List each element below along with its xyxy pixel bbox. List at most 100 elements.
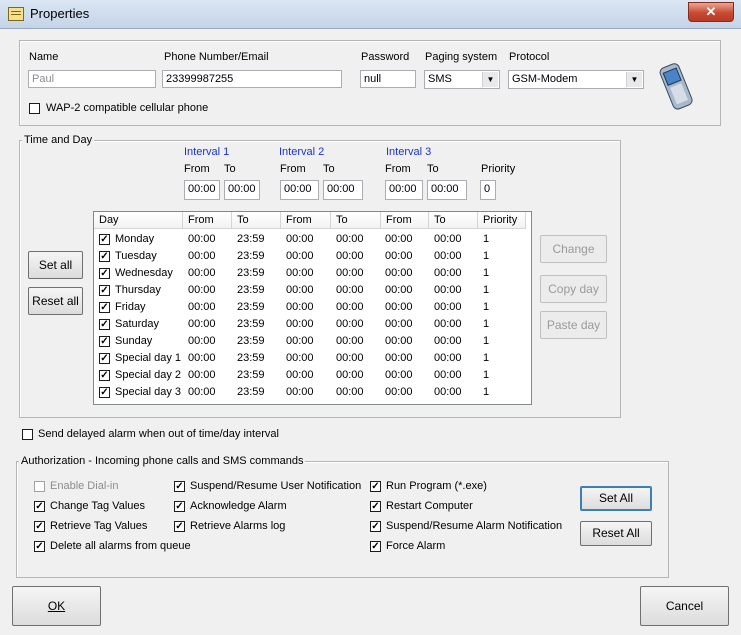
auth-reset-all-button[interactable]: Reset All: [580, 521, 652, 546]
column-header-from-2[interactable]: From: [281, 212, 331, 229]
day-enabled-checkbox[interactable]: ✓: [99, 251, 110, 262]
cell-t1: 23:59: [237, 301, 265, 313]
interval-1-from-field[interactable]: 00:00: [184, 180, 220, 200]
day-enabled-checkbox[interactable]: ✓: [99, 268, 110, 279]
interval-3-label: Interval 3: [386, 146, 432, 158]
table-row[interactable]: ✓ Special day 2 00:00 23:59 00:00 00:00 00:00 0…: [94, 367, 531, 384]
cell-t1: 23:59: [237, 318, 265, 330]
authorization-label: Authorization - Incoming phone calls and…: [19, 455, 306, 467]
day-enabled-checkbox[interactable]: ✓: [99, 302, 110, 313]
auth-item-label: Change Tag Values: [50, 500, 145, 512]
day-schedule-table[interactable]: Day From To From To From To Priority ✓ Mo…: [93, 211, 532, 405]
paging-select[interactable]: SMS ▼: [424, 70, 500, 89]
set-all-button[interactable]: Set all: [28, 251, 83, 279]
auth-item-label: Retrieve Tag Values: [50, 520, 148, 532]
ok-button[interactable]: OK: [12, 586, 101, 626]
protocol-select[interactable]: GSM-Modem ▼: [508, 70, 644, 89]
cell-t1: 23:59: [237, 386, 265, 398]
day-name: Tuesday: [115, 250, 157, 262]
copy-day-button[interactable]: Copy day: [540, 275, 607, 303]
cell-f2: 00:00: [286, 386, 314, 398]
day-enabled-checkbox[interactable]: ✓: [99, 370, 110, 381]
interval-1-to-field[interactable]: 00:00: [224, 180, 260, 200]
table-row[interactable]: ✓ Monday 00:00 23:59 00:00 00:00 00:00 00:00 1: [94, 231, 531, 248]
table-row[interactable]: ✓ Saturday 00:00 23:59 00:00 00:00 00:00 00:00 1: [94, 316, 531, 333]
phone-field[interactable]: 23399987255: [162, 70, 342, 88]
column-header-to-1[interactable]: To: [232, 212, 281, 229]
interval-3-to-field[interactable]: 00:00: [427, 180, 467, 200]
day-enabled-checkbox[interactable]: ✓: [99, 336, 110, 347]
phone-label: Phone Number/Email: [164, 51, 269, 63]
auth-checkbox[interactable]: ✓: [34, 521, 45, 532]
cell-f1: 00:00: [188, 369, 216, 381]
cell-p: 1: [483, 301, 490, 313]
chevron-down-icon: ▼: [626, 72, 642, 87]
cell-t3: 00:00: [434, 386, 462, 398]
cell-t2: 00:00: [336, 284, 364, 296]
reset-all-button[interactable]: Reset all: [28, 287, 83, 315]
day-enabled-checkbox[interactable]: ✓: [99, 285, 110, 296]
cell-f1: 00:00: [188, 301, 216, 313]
table-row[interactable]: ✓ Friday 00:00 23:59 00:00 00:00 00:00 00:00 1: [94, 299, 531, 316]
auth-checkbox[interactable]: ✓: [370, 481, 381, 492]
cell-f2: 00:00: [286, 267, 314, 279]
column-header-to-2[interactable]: To: [331, 212, 381, 229]
auth-checkbox[interactable]: ✓: [174, 501, 185, 512]
wap-checkbox[interactable]: [29, 103, 40, 114]
cell-f1: 00:00: [188, 267, 216, 279]
column-header-priority[interactable]: Priority: [478, 212, 526, 229]
day-name: Sunday: [115, 335, 153, 347]
day-enabled-checkbox[interactable]: ✓: [99, 234, 110, 245]
auth-checkbox[interactable]: ✓: [174, 481, 185, 492]
cell-f3: 00:00: [385, 335, 413, 347]
column-header-day[interactable]: Day: [94, 212, 183, 229]
day-enabled-checkbox[interactable]: ✓: [99, 319, 110, 330]
auth-set-all-button[interactable]: Set All: [580, 486, 652, 511]
interval-2-from-field[interactable]: 00:00: [280, 180, 319, 200]
cancel-button[interactable]: Cancel: [640, 586, 729, 626]
column-header-from-3[interactable]: From: [381, 212, 429, 229]
cell-f1: 00:00: [188, 233, 216, 245]
change-button[interactable]: Change: [540, 235, 607, 263]
interval-2-label: Interval 2: [279, 146, 325, 158]
password-label: Password: [361, 51, 410, 63]
table-row[interactable]: ✓ Tuesday 00:00 23:59 00:00 00:00 00:00 00:00 1: [94, 248, 531, 265]
table-row[interactable]: ✓ Thursday 00:00 23:59 00:00 00:00 00:00 00:00 1: [94, 282, 531, 299]
auth-checkbox[interactable]: ✓: [370, 541, 381, 552]
auth-checkbox[interactable]: ✓: [370, 521, 381, 532]
cancel-label: Cancel: [665, 599, 704, 613]
column-header-to-3[interactable]: To: [429, 212, 478, 229]
auth-checkbox[interactable]: ✓: [174, 521, 185, 532]
column-header-from-1[interactable]: From: [183, 212, 232, 229]
day-enabled-checkbox[interactable]: ✓: [99, 353, 110, 364]
close-button[interactable]: ✕: [688, 2, 734, 22]
wap-label: WAP-2 compatible cellular phone: [46, 102, 209, 114]
day-name: Friday: [115, 301, 146, 313]
cell-f2: 00:00: [286, 352, 314, 364]
interval-2-to-field[interactable]: 00:00: [323, 180, 363, 200]
day-enabled-checkbox[interactable]: ✓: [99, 387, 110, 398]
delayed-alarm-checkbox[interactable]: [22, 429, 33, 440]
table-row[interactable]: ✓ Wednesday 00:00 23:59 00:00 00:00 00:00 00:00…: [94, 265, 531, 282]
auth-checkbox[interactable]: [34, 481, 45, 492]
auth-checkbox[interactable]: ✓: [34, 541, 45, 552]
cell-t3: 00:00: [434, 284, 462, 296]
interval-3-from-field[interactable]: 00:00: [385, 180, 423, 200]
cell-f1: 00:00: [188, 335, 216, 347]
day-name: Monday: [115, 233, 155, 245]
table-row[interactable]: ✓ Special day 1 00:00 23:59 00:00 00:00 00:00 0…: [94, 350, 531, 367]
cell-p: 1: [483, 369, 490, 381]
cell-f2: 00:00: [286, 284, 314, 296]
cell-f1: 00:00: [188, 318, 216, 330]
table-row[interactable]: ✓ Sunday 00:00 23:59 00:00 00:00 00:00 00:00 1: [94, 333, 531, 350]
cell-p: 1: [483, 284, 490, 296]
priority-field[interactable]: 0: [480, 180, 496, 200]
paste-day-button[interactable]: Paste day: [540, 311, 607, 339]
table-row[interactable]: ✓ Special day 3 00:00 23:59 00:00 00:00 00:00 0…: [94, 384, 531, 401]
auth-checkbox[interactable]: ✓: [34, 501, 45, 512]
name-field[interactable]: Paul: [28, 70, 156, 88]
paging-label: Paging system: [425, 51, 498, 63]
cell-f2: 00:00: [286, 369, 314, 381]
password-field[interactable]: null: [360, 70, 416, 88]
auth-checkbox[interactable]: ✓: [370, 501, 381, 512]
